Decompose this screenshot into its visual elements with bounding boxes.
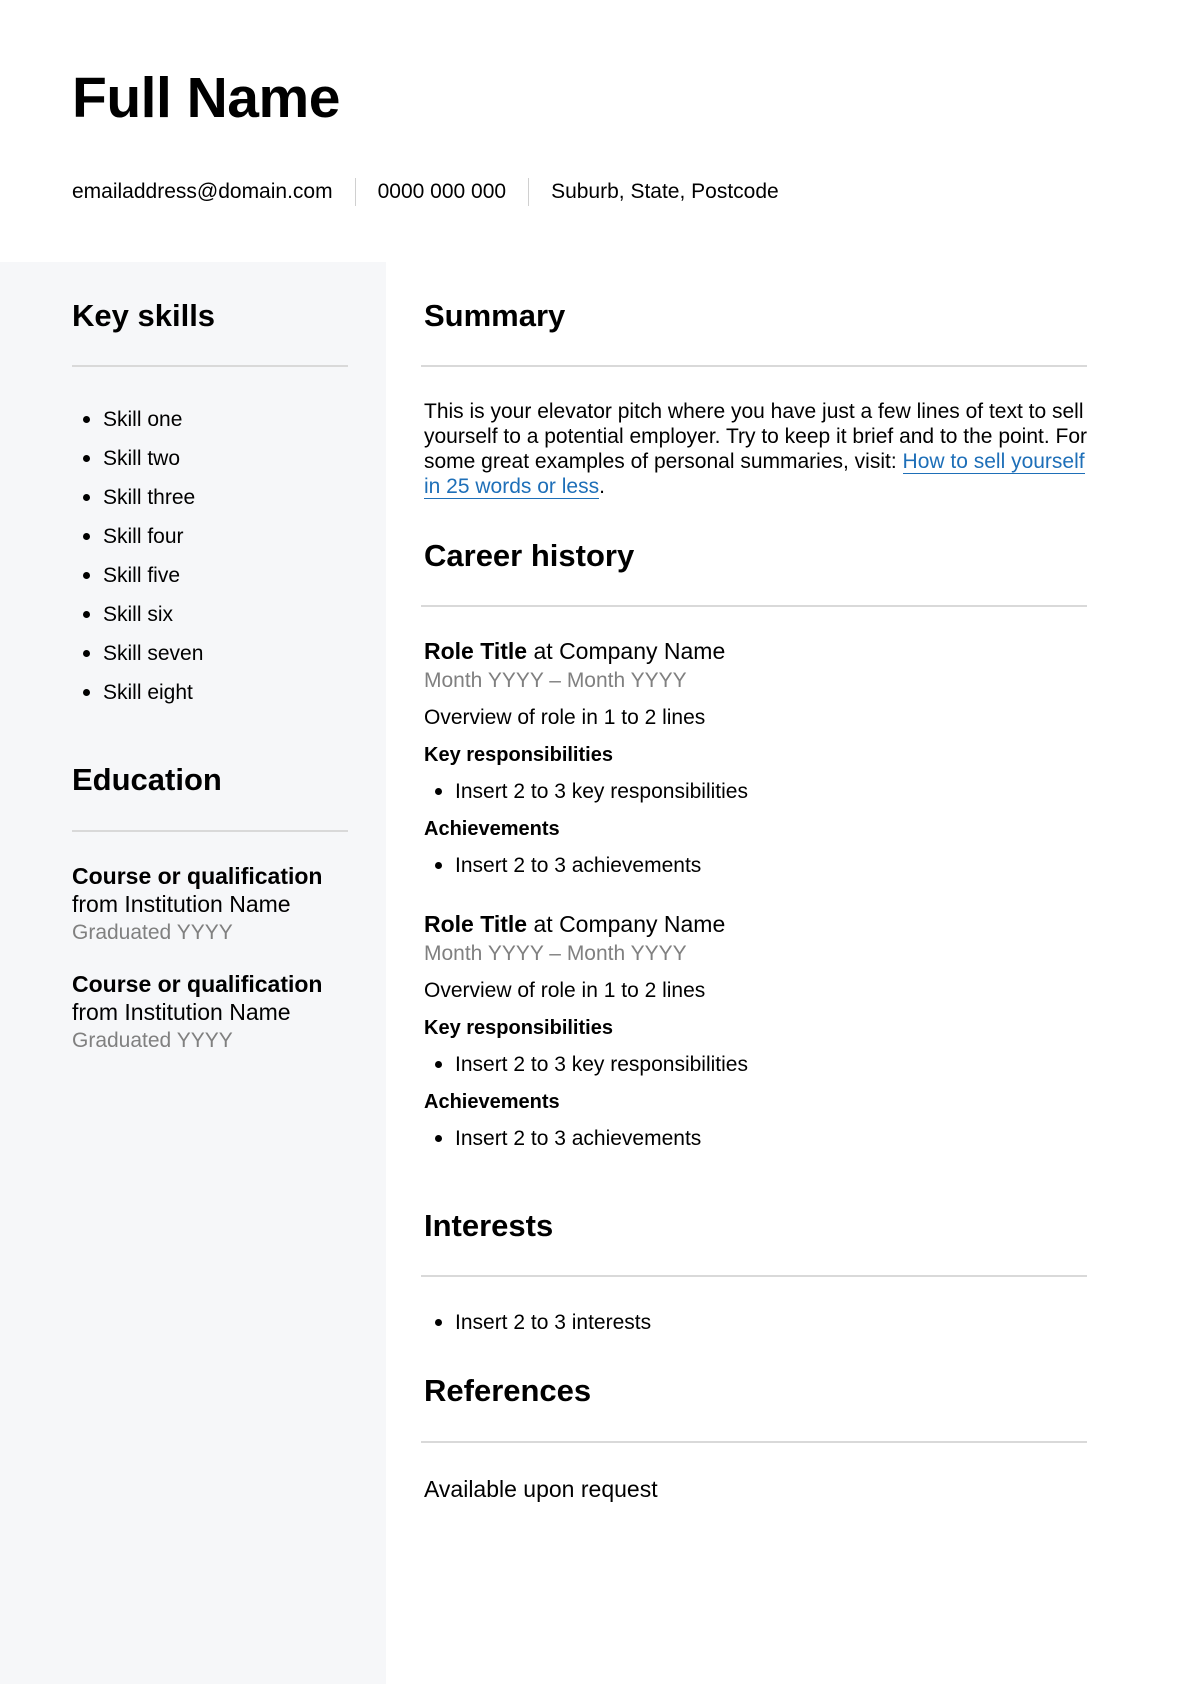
contact-divider [528, 178, 530, 206]
email: emailaddress@domain.com [72, 180, 333, 203]
education-heading: Education [72, 762, 222, 797]
responsibility-item: Insert 2 to 3 key responsibilities [424, 779, 1084, 804]
interest-item: Insert 2 to 3 interests [424, 1310, 651, 1335]
achievements-label: Achievements [424, 818, 560, 840]
role-overview: Overview of role in 1 to 2 lines [424, 979, 706, 1002]
section-divider [72, 830, 348, 832]
bullet-icon [435, 1061, 442, 1068]
contact-line: emailaddress@domain.com 0000 000 000 Sub… [72, 178, 779, 206]
responsibility-item: Insert 2 to 3 key responsibilities [424, 1052, 1084, 1077]
resume-header: Full Name emailaddress@domain.com 0000 0… [0, 0, 1190, 262]
company-name: at Company Name [527, 911, 726, 937]
company-name: at Company Name [527, 638, 726, 664]
education-list: Course or qualification from Institution… [72, 862, 322, 1078]
education-item: Course or qualification from Institution… [72, 862, 322, 948]
responsibilities-list: Insert 2 to 3 key responsibilities [424, 779, 1084, 804]
role-dates: Month YYYY – Month YYYY [424, 669, 687, 692]
responsibilities-label: Key responsibilities [424, 744, 613, 766]
section-divider [421, 605, 1087, 607]
bullet-icon [435, 1319, 442, 1326]
section-divider [421, 1441, 1087, 1443]
bullet-icon [435, 788, 442, 795]
bullet-icon [83, 650, 90, 657]
skill-item: Skill one [72, 400, 203, 439]
summary-text: This is your elevator pitch where you ha… [424, 400, 1088, 499]
bullet-icon [83, 494, 90, 501]
interests-heading: Interests [424, 1208, 554, 1243]
role-title: Role Title [424, 638, 528, 664]
achievements-list: Insert 2 to 3 achievements [424, 1126, 1084, 1151]
bullet-icon [83, 689, 90, 696]
achievement-item: Insert 2 to 3 achievements [424, 853, 1084, 878]
role-entry: Role Title at Company Name Month YYYY – … [424, 637, 1084, 878]
institution-name: from Institution Name [72, 891, 291, 917]
achievement-item: Insert 2 to 3 achievements [424, 1126, 1084, 1151]
sidebar: Key skills Skill one Skill two Skill thr… [0, 262, 386, 1684]
bullet-icon [83, 416, 90, 423]
role-entry: Role Title at Company Name Month YYYY – … [424, 910, 1084, 1151]
graduation-year: Graduated YYYY [72, 1029, 233, 1052]
skills-list: Skill one Skill two Skill three Skill fo… [72, 400, 203, 712]
full-name: Full Name [72, 66, 340, 130]
main-content: Summary This is your elevator pitch wher… [386, 262, 1190, 1684]
summary-heading: Summary [424, 298, 566, 333]
skill-item: Skill five [72, 556, 203, 595]
key-skills-heading: Key skills [72, 298, 216, 333]
interests-list: Insert 2 to 3 interests [424, 1310, 651, 1335]
responsibilities-list: Insert 2 to 3 key responsibilities [424, 1052, 1084, 1077]
references-text: Available upon request [424, 1476, 658, 1502]
phone: 0000 000 000 [377, 180, 507, 203]
institution-name: from Institution Name [72, 999, 291, 1025]
graduation-year: Graduated YYYY [72, 921, 233, 944]
bullet-icon [83, 533, 90, 540]
achievements-label: Achievements [424, 1091, 560, 1113]
responsibilities-label: Key responsibilities [424, 1017, 613, 1039]
bullet-icon [83, 455, 90, 462]
role-heading: Role Title at Company Name [424, 637, 1084, 666]
section-divider [72, 365, 348, 367]
contact-divider [354, 178, 356, 206]
career-history-heading: Career history [424, 538, 635, 573]
course-name: Course or qualification [72, 971, 323, 997]
education-item: Course or qualification from Institution… [72, 970, 322, 1056]
skill-item: Skill eight [72, 673, 203, 712]
bullet-icon [435, 862, 442, 869]
section-divider [421, 1275, 1087, 1277]
course-name: Course or qualification [72, 863, 323, 889]
skill-item: Skill two [72, 439, 203, 478]
role-heading: Role Title at Company Name [424, 910, 1084, 939]
skill-item: Skill three [72, 478, 203, 517]
career-history-list: Role Title at Company Name Month YYYY – … [424, 637, 1084, 1171]
bullet-icon [83, 572, 90, 579]
skill-item: Skill seven [72, 634, 203, 673]
skill-item: Skill four [72, 517, 203, 556]
bullet-icon [435, 1135, 442, 1142]
bullet-icon [83, 611, 90, 618]
references-heading: References [424, 1373, 592, 1408]
location: Suburb, State, Postcode [551, 180, 779, 203]
role-dates: Month YYYY – Month YYYY [424, 942, 687, 965]
role-overview: Overview of role in 1 to 2 lines [424, 706, 706, 729]
section-divider [421, 365, 1087, 367]
skill-item: Skill six [72, 595, 203, 634]
role-title: Role Title [424, 911, 528, 937]
achievements-list: Insert 2 to 3 achievements [424, 853, 1084, 878]
